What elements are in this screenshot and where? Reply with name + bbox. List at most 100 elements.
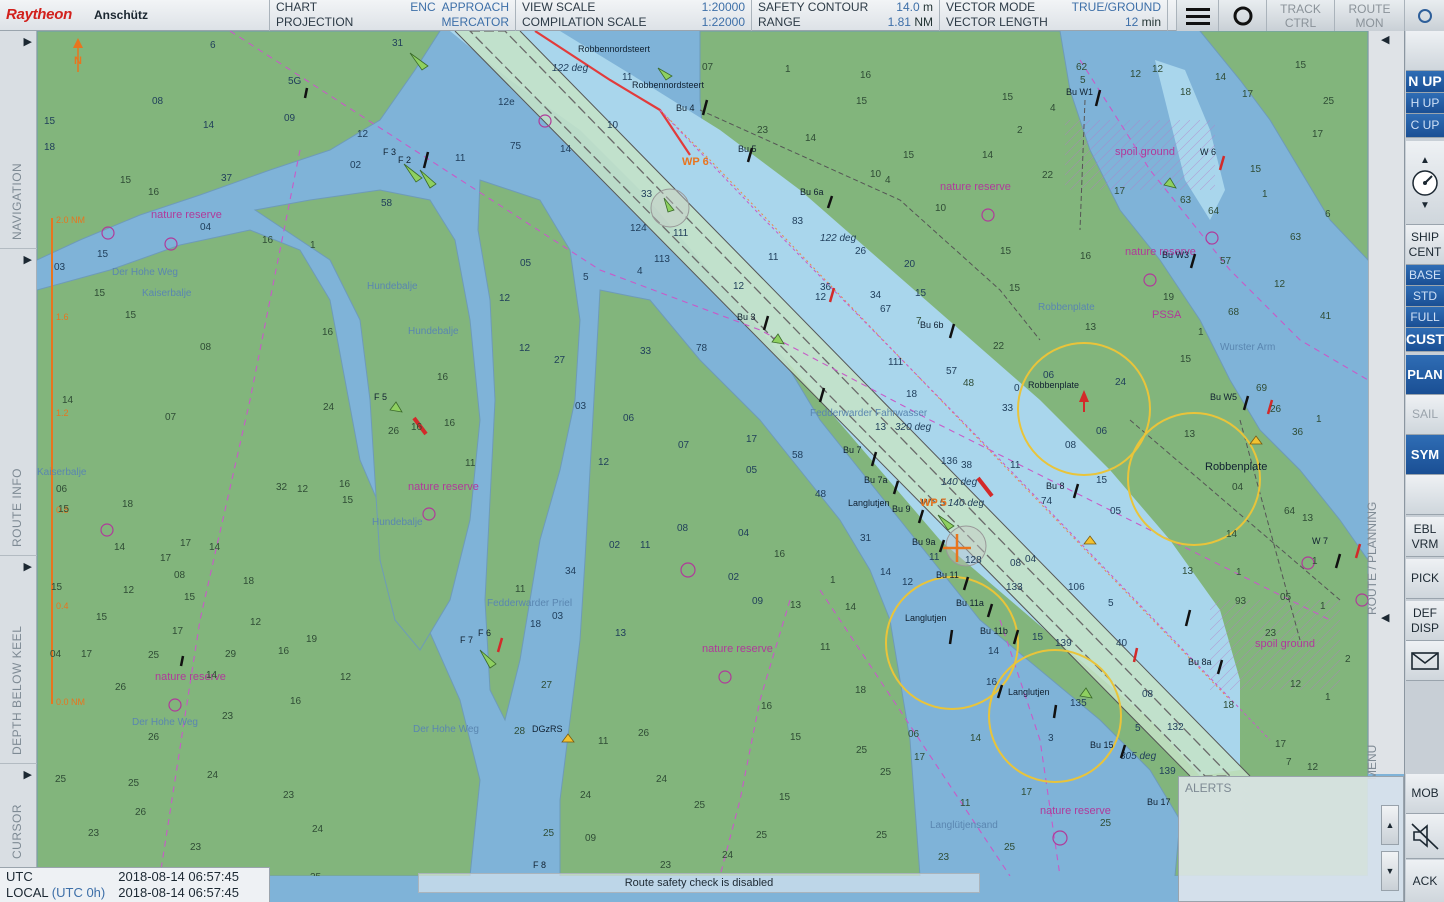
vector-info-panel[interactable]: VECTOR MODE TRUE/GROUND VECTOR LENGTH 12 m… bbox=[940, 0, 1168, 31]
svg-text:111: 111 bbox=[673, 228, 689, 239]
safety-info-panel[interactable]: SAFETY CONTOUR 14.0 m RANGE 1.81 NM bbox=[752, 0, 940, 31]
sail-button[interactable]: SAIL bbox=[1406, 395, 1444, 435]
chart-info-panel[interactable]: CHART ENC APPROACH PROJECTION MERCATOR bbox=[270, 0, 516, 31]
svg-text:04: 04 bbox=[738, 528, 750, 539]
track-ctrl-button[interactable]: TRACK CTRL bbox=[1266, 0, 1334, 31]
tab-cursor[interactable]: ▶ CURSOR bbox=[0, 764, 37, 867]
svg-text:06: 06 bbox=[1096, 426, 1108, 437]
expand-menu-arrow-icon[interactable]: ◀ bbox=[1381, 611, 1389, 624]
svg-text:10: 10 bbox=[607, 120, 619, 131]
menu-label[interactable]: MENU bbox=[1365, 745, 1379, 780]
arrow-down-icon[interactable]: ▼ bbox=[1420, 198, 1430, 213]
full-display-button[interactable]: FULL bbox=[1406, 307, 1444, 328]
north-up-button[interactable]: N UP bbox=[1406, 71, 1444, 93]
compilation-scale-value: 1:22000 bbox=[701, 15, 745, 29]
expand-arrow-icon[interactable]: ▶ bbox=[24, 560, 32, 573]
svg-text:17: 17 bbox=[1242, 89, 1254, 100]
svg-text:Fedderwarder Priel: Fedderwarder Priel bbox=[487, 598, 572, 609]
ship-center-button[interactable]: SHIP CENT bbox=[1406, 225, 1444, 265]
compilation-scale-label: COMPILATION SCALE bbox=[522, 15, 647, 29]
ebl-vrm-button[interactable]: EBL VRM bbox=[1406, 517, 1444, 557]
expand-arrow-icon[interactable]: ▶ bbox=[24, 253, 32, 266]
left-info-panel: ▶ NAVIGATION ▶ ROUTE INFO ▶ DEPTH BELOW … bbox=[0, 31, 37, 867]
blank-button[interactable] bbox=[1406, 31, 1444, 71]
acknowledge-button[interactable]: ACK bbox=[1406, 860, 1444, 902]
svg-text:0.4: 0.4 bbox=[56, 601, 69, 611]
chart-canvas[interactable]: N 2.0 NM 1.6 1.2 0.8 0.4 0.0 NM Robbenno… bbox=[37, 31, 1368, 876]
expand-arrow-icon[interactable]: ▶ bbox=[24, 768, 32, 781]
custom-display-button[interactable]: CUST bbox=[1406, 328, 1444, 352]
compass-icon[interactable] bbox=[1410, 168, 1440, 198]
rotation-control[interactable]: ▲ ▼ bbox=[1406, 141, 1444, 225]
projection-label: PROJECTION bbox=[276, 15, 354, 29]
symbols-button[interactable]: SYM bbox=[1406, 435, 1444, 475]
base-display-button[interactable]: BASE bbox=[1406, 265, 1444, 286]
arrow-up-icon[interactable]: ▲ bbox=[1420, 153, 1430, 168]
standard-display-button[interactable]: STD bbox=[1406, 286, 1444, 307]
route-planning-menu-strip[interactable]: ◀ ROUTE / PLANNING ◀ MENU bbox=[1365, 31, 1404, 780]
svg-text:nature reserve: nature reserve bbox=[940, 181, 1011, 193]
plan-button[interactable]: PLAN bbox=[1406, 355, 1444, 395]
svg-text:67: 67 bbox=[880, 304, 892, 315]
course-up-button[interactable]: C UP bbox=[1406, 114, 1444, 138]
collapse-arrow-icon[interactable]: ◀ bbox=[1381, 33, 1389, 46]
svg-text:Bu 15: Bu 15 bbox=[1090, 740, 1114, 750]
scale-info-panel[interactable]: VIEW SCALE 1:20000 COMPILATION SCALE 1:220… bbox=[516, 0, 752, 31]
svg-text:40: 40 bbox=[1116, 638, 1128, 649]
expand-arrow-icon[interactable]: ▶ bbox=[24, 35, 32, 48]
svg-text:13: 13 bbox=[790, 600, 802, 611]
svg-text:1.6: 1.6 bbox=[56, 312, 69, 322]
svg-text:25: 25 bbox=[756, 830, 768, 841]
svg-text:26: 26 bbox=[388, 426, 400, 437]
svg-text:Robbennordsteert: Robbennordsteert bbox=[578, 44, 651, 54]
svg-text:15: 15 bbox=[856, 96, 868, 107]
svg-text:5: 5 bbox=[1135, 723, 1141, 734]
svg-text:18: 18 bbox=[243, 576, 255, 587]
svg-text:24: 24 bbox=[656, 774, 668, 785]
alerts-scroll-up-button[interactable]: ▲ bbox=[1381, 805, 1399, 845]
route-planning-label[interactable]: ROUTE / PLANNING bbox=[1365, 502, 1379, 615]
svg-text:28: 28 bbox=[514, 726, 526, 737]
svg-text:F 6: F 6 bbox=[478, 628, 491, 638]
tab-navigation[interactable]: ▶ NAVIGATION bbox=[0, 31, 37, 249]
svg-text:17: 17 bbox=[81, 649, 93, 660]
svg-text:135: 135 bbox=[1070, 698, 1087, 709]
head-up-button[interactable]: H UP bbox=[1406, 93, 1444, 114]
mute-alarm-button[interactable] bbox=[1406, 814, 1444, 859]
svg-text:1: 1 bbox=[1312, 556, 1318, 567]
range-value: 1.81 NM bbox=[887, 15, 933, 29]
svg-text:14: 14 bbox=[1215, 72, 1227, 83]
local-label: LOCAL bbox=[6, 885, 49, 900]
svg-text:15: 15 bbox=[51, 582, 63, 593]
route-mon-button[interactable]: ROUTE MON bbox=[1334, 0, 1404, 31]
default-display-button[interactable]: DEF DISP bbox=[1406, 601, 1444, 641]
svg-text:16: 16 bbox=[761, 701, 773, 712]
right-control-column: N UP H UP C UP ▲ ▼ SHIP CENT BASE STD FUL… bbox=[1404, 31, 1444, 902]
svg-text:24: 24 bbox=[580, 790, 592, 801]
svg-text:15: 15 bbox=[915, 288, 927, 299]
system-button[interactable] bbox=[1404, 0, 1444, 31]
menu-button[interactable] bbox=[1176, 0, 1218, 31]
tab-route-info[interactable]: ▶ ROUTE INFO bbox=[0, 249, 37, 556]
svg-text:132: 132 bbox=[1167, 722, 1184, 733]
tab-depth-below-keel[interactable]: ▶ DEPTH BELOW KEEL bbox=[0, 556, 37, 764]
svg-text:11: 11 bbox=[1010, 460, 1021, 471]
blank-button-2[interactable] bbox=[1406, 475, 1444, 515]
svg-text:25: 25 bbox=[880, 767, 892, 778]
svg-text:N: N bbox=[74, 55, 82, 67]
svg-text:34: 34 bbox=[565, 566, 577, 577]
nautical-chart[interactable]: N 2.0 NM 1.6 1.2 0.8 0.4 0.0 NM Robbenno… bbox=[37, 31, 1368, 876]
man-overboard-button[interactable]: MOB bbox=[1406, 774, 1444, 814]
alerts-panel[interactable]: ALERTS ▲ ▼ bbox=[1178, 776, 1404, 902]
day-night-button[interactable] bbox=[1218, 0, 1266, 31]
svg-text:1: 1 bbox=[1325, 692, 1331, 703]
svg-text:14: 14 bbox=[970, 733, 982, 744]
svg-text:23: 23 bbox=[660, 860, 672, 871]
svg-text:15: 15 bbox=[1009, 283, 1021, 294]
svg-text:15: 15 bbox=[97, 249, 109, 260]
message-button[interactable] bbox=[1406, 641, 1444, 681]
pick-button[interactable]: PICK bbox=[1406, 559, 1444, 599]
local-time: 2018-08-14 06:57:45 bbox=[118, 885, 239, 900]
svg-text:48: 48 bbox=[963, 378, 975, 389]
alerts-scroll-down-button[interactable]: ▼ bbox=[1381, 851, 1399, 891]
